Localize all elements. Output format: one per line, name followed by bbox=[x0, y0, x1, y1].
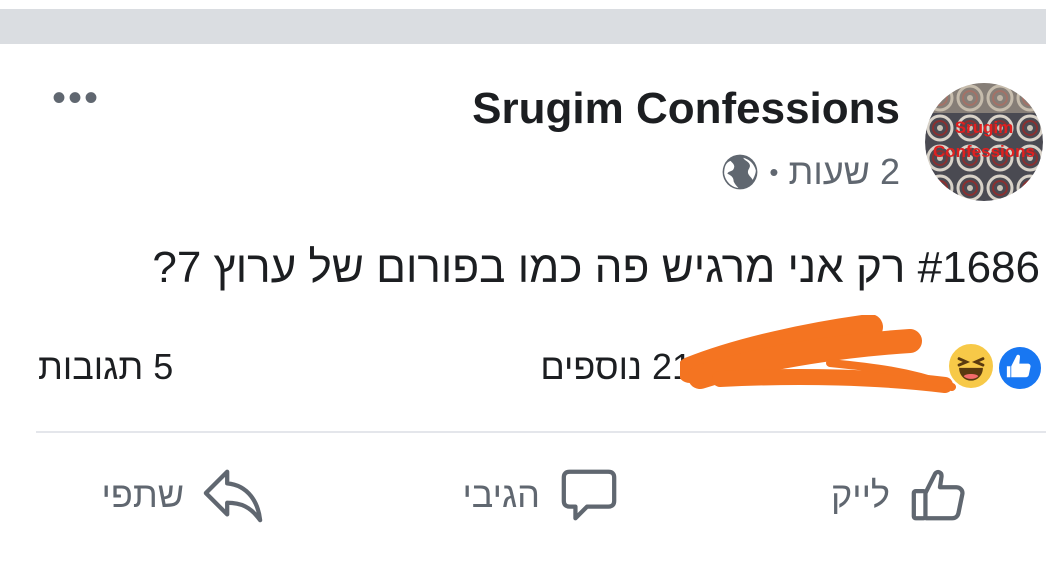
globe-icon bbox=[722, 154, 758, 190]
share-icon bbox=[203, 469, 263, 523]
divider bbox=[36, 431, 1046, 433]
avatar-image: Srugim Confessions bbox=[925, 83, 1043, 201]
comment-label: הגיבי bbox=[462, 474, 540, 515]
avatar[interactable]: Srugim Confessions bbox=[925, 83, 1043, 201]
page-name[interactable]: Srugim Confessions bbox=[472, 84, 900, 134]
avatar-text-line2: Confessions bbox=[933, 142, 1035, 161]
thumbs-up-icon bbox=[911, 469, 965, 521]
haha-icon bbox=[946, 341, 996, 391]
reactions-count[interactable]: 21 נוספים bbox=[540, 346, 692, 388]
comment-button[interactable]: הגיבי bbox=[462, 460, 620, 530]
share-label: שתפי bbox=[101, 474, 184, 515]
more-options-button[interactable]: ••• bbox=[52, 78, 112, 128]
comments-count[interactable]: 5 תגובות bbox=[38, 346, 173, 388]
like-icon bbox=[996, 344, 1044, 392]
comment-icon bbox=[561, 469, 617, 521]
top-strip bbox=[0, 0, 1046, 9]
like-label: לייק bbox=[830, 474, 890, 515]
like-button[interactable]: לייק bbox=[831, 460, 970, 530]
post-meta: 2 שעות • bbox=[721, 150, 900, 194]
avatar-text-line1: Srugim bbox=[955, 118, 1014, 137]
post-time[interactable]: 2 שעות bbox=[789, 151, 901, 193]
post-text: #1686 רק אני מרגיש פה כמו בפורום של ערוץ… bbox=[152, 243, 1040, 292]
meta-separator: • bbox=[769, 156, 779, 187]
share-button[interactable]: שתפי bbox=[102, 460, 264, 530]
